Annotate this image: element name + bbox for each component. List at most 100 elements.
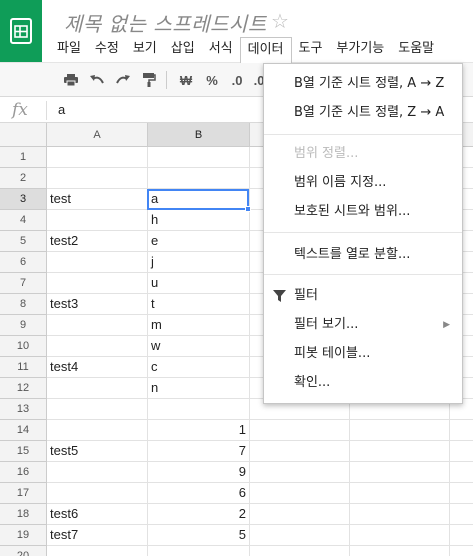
filter-views-item[interactable]: 필터 보기... ▶ <box>264 314 462 336</box>
data-validation[interactable]: 확인... <box>264 372 462 394</box>
menu-edit[interactable]: 수정 <box>88 37 126 61</box>
cell-c[interactable] <box>250 504 350 525</box>
cell-b[interactable]: u <box>148 273 250 294</box>
cell-c[interactable] <box>250 483 350 504</box>
cell-a[interactable] <box>47 210 148 231</box>
cell-a[interactable] <box>47 378 148 399</box>
formula-input[interactable]: a <box>58 102 65 117</box>
cell-b[interactable]: a <box>148 189 250 210</box>
cell-b[interactable]: 9 <box>148 462 250 483</box>
cell-b[interactable]: h <box>148 210 250 231</box>
cell-b[interactable]: 5 <box>148 525 250 546</box>
cell-b[interactable]: e <box>148 231 250 252</box>
star-icon[interactable]: ☆ <box>271 9 289 34</box>
row-header[interactable]: 4 <box>0 210 47 231</box>
cell-b[interactable]: c <box>148 357 250 378</box>
cell-b[interactable] <box>148 168 250 189</box>
row-header[interactable]: 2 <box>0 168 47 189</box>
cell-b[interactable]: 2 <box>148 504 250 525</box>
cell-e[interactable] <box>450 525 473 546</box>
menu-file[interactable]: 파일 <box>50 37 88 61</box>
document-title[interactable]: 제목 없는 스프레드시트 <box>64 8 267 37</box>
cell-a[interactable] <box>47 462 148 483</box>
cell-a[interactable] <box>47 315 148 336</box>
row-header[interactable]: 3 <box>0 189 47 210</box>
fill-handle[interactable] <box>245 206 251 212</box>
cell-a[interactable]: test6 <box>47 504 148 525</box>
row-header[interactable]: 9 <box>0 315 47 336</box>
cell-b[interactable]: m <box>148 315 250 336</box>
cell-d[interactable] <box>350 462 450 483</box>
cell-a[interactable]: test7 <box>47 525 148 546</box>
row-header[interactable]: 8 <box>0 294 47 315</box>
named-ranges[interactable]: 범위 이름 지정... <box>264 172 462 194</box>
cell-e[interactable] <box>450 483 473 504</box>
cell-b[interactable]: 1 <box>148 420 250 441</box>
print-icon[interactable] <box>60 70 82 90</box>
menu-insert[interactable]: 삽입 <box>164 37 202 61</box>
row-header[interactable]: 15 <box>0 441 47 462</box>
cell-d[interactable] <box>350 420 450 441</box>
cell-c[interactable] <box>250 462 350 483</box>
row-header[interactable]: 5 <box>0 231 47 252</box>
cell-a[interactable] <box>47 147 148 168</box>
cell-e[interactable] <box>450 441 473 462</box>
currency-button[interactable]: ₩ <box>175 70 197 90</box>
menu-data[interactable]: 데이터 <box>239 37 292 63</box>
cell-b[interactable]: 6 <box>148 483 250 504</box>
cell-a[interactable] <box>47 546 148 556</box>
cell-d[interactable] <box>350 504 450 525</box>
row-header[interactable]: 7 <box>0 273 47 294</box>
cell-b[interactable]: n <box>148 378 250 399</box>
pivot-table[interactable]: 피봇 테이블... <box>264 343 462 365</box>
cell-b[interactable]: t <box>148 294 250 315</box>
menu-addons[interactable]: 부가기능 <box>329 37 391 61</box>
row-header[interactable]: 19 <box>0 525 47 546</box>
menu-help[interactable]: 도움말 <box>391 37 441 61</box>
row-header[interactable]: 11 <box>0 357 47 378</box>
cell-a[interactable] <box>47 420 148 441</box>
row-header[interactable]: 18 <box>0 504 47 525</box>
row-header[interactable]: 10 <box>0 336 47 357</box>
protected-sheets-ranges[interactable]: 보호된 시트와 범위... <box>264 201 462 223</box>
cell-a[interactable] <box>47 483 148 504</box>
cell-d[interactable] <box>350 441 450 462</box>
cell-a[interactable] <box>47 168 148 189</box>
cell-a[interactable] <box>47 252 148 273</box>
row-header[interactable]: 6 <box>0 252 47 273</box>
undo-icon[interactable] <box>86 70 108 90</box>
cell-e[interactable] <box>450 420 473 441</box>
filter-item[interactable]: 필터 <box>264 285 462 307</box>
cell-d[interactable] <box>350 483 450 504</box>
row-header[interactable]: 14 <box>0 420 47 441</box>
percent-button[interactable]: % <box>201 70 223 90</box>
row-header[interactable]: 20 <box>0 546 47 556</box>
cell-d[interactable] <box>350 525 450 546</box>
sort-sheet-a-z[interactable]: B열 기준 시트 정렬, A → Z <box>264 73 462 95</box>
split-text-to-columns[interactable]: 텍스트를 열로 분할... <box>264 244 462 266</box>
column-header-b[interactable]: B <box>148 123 250 147</box>
row-header[interactable]: 13 <box>0 399 47 420</box>
cell-a[interactable]: test4 <box>47 357 148 378</box>
cell-e[interactable] <box>450 546 473 556</box>
cell-a[interactable] <box>47 336 148 357</box>
menu-format[interactable]: 서식 <box>202 37 240 61</box>
cell-c[interactable] <box>250 546 350 556</box>
cell-b[interactable]: 7 <box>148 441 250 462</box>
redo-icon[interactable] <box>112 70 134 90</box>
menu-view[interactable]: 보기 <box>126 37 164 61</box>
cell-e[interactable] <box>450 504 473 525</box>
cell-c[interactable] <box>250 420 350 441</box>
column-header-a[interactable]: A <box>47 123 148 147</box>
cell-b[interactable]: j <box>148 252 250 273</box>
cell-c[interactable] <box>250 441 350 462</box>
sheets-logo[interactable] <box>0 0 42 62</box>
cell-c[interactable] <box>250 525 350 546</box>
row-header[interactable]: 1 <box>0 147 47 168</box>
cell-b[interactable]: w <box>148 336 250 357</box>
row-header[interactable]: 17 <box>0 483 47 504</box>
cell-b[interactable] <box>148 546 250 556</box>
menu-tools[interactable]: 도구 <box>292 37 330 61</box>
cell-a[interactable]: test3 <box>47 294 148 315</box>
row-header[interactable]: 16 <box>0 462 47 483</box>
